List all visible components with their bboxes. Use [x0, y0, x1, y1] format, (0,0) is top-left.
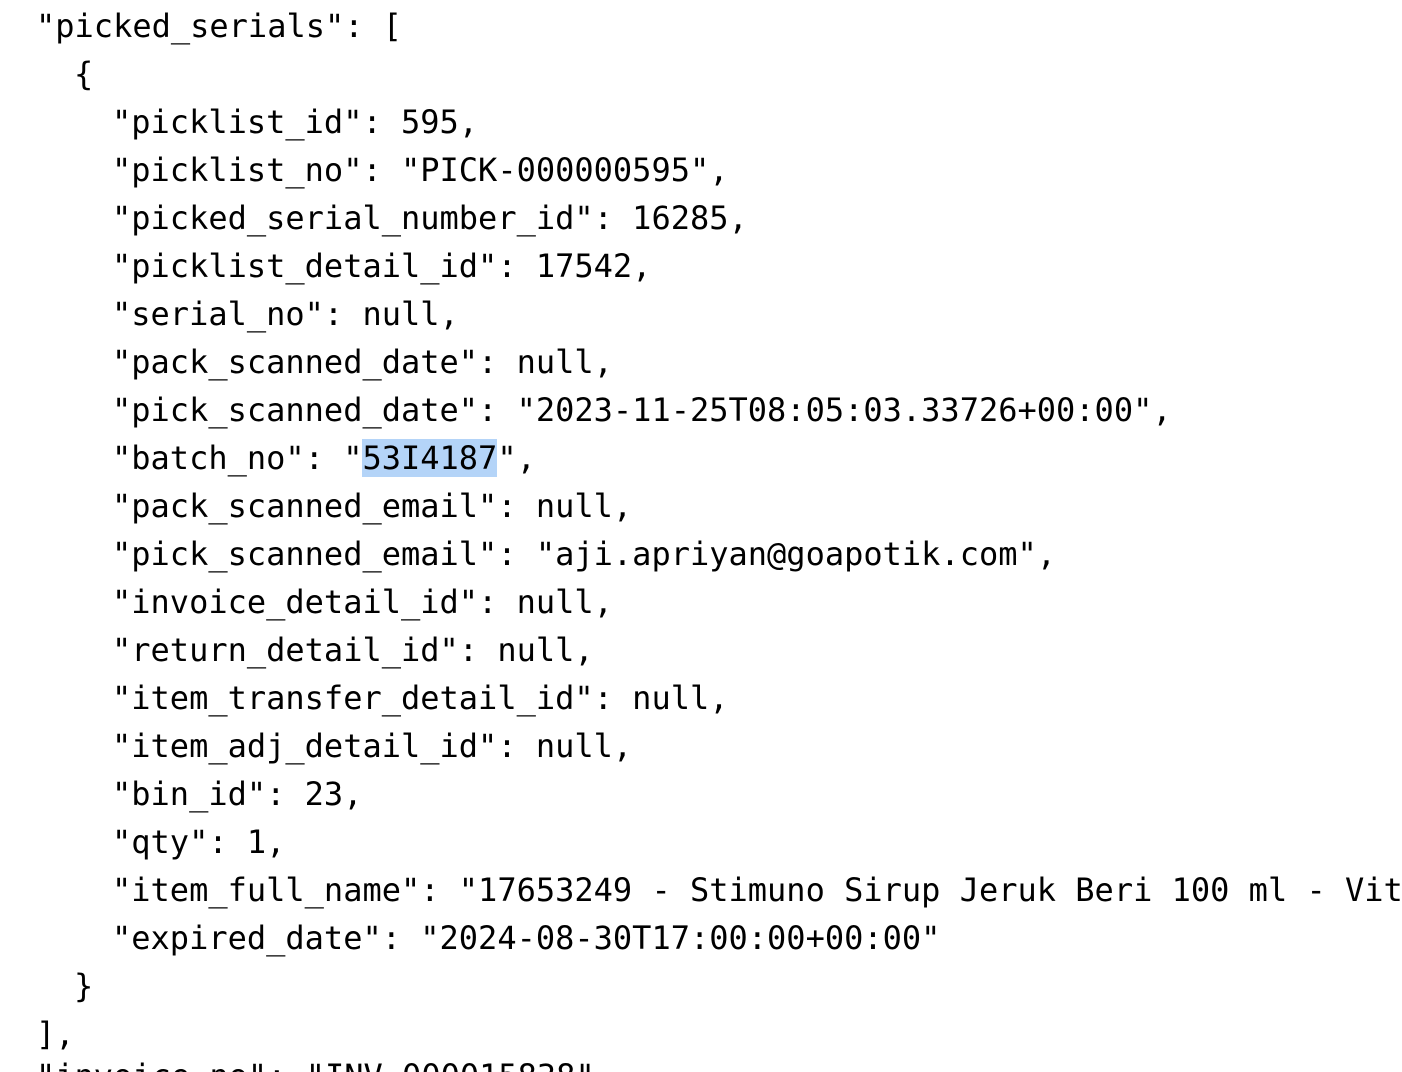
code-line-picked-serials: "picked_serials": [ — [36, 7, 403, 45]
code-line-pick-scanned-date: "pick_scanned_date": "2023-11-25T08:05:0… — [112, 391, 1172, 429]
code-line-pack-scanned-email: "pack_scanned_email": null, — [112, 487, 633, 525]
code-line-object-open: { — [74, 55, 94, 93]
code-line-pick-scanned-email: "pick_scanned_email": "aji.apriyan@goapo… — [112, 535, 1057, 573]
code-line-partial-next: "invoice_no": "INV-000015838", — [36, 1052, 614, 1072]
batch-no-prefix: "batch_no": " — [112, 439, 363, 477]
code-line-picklist-no: "picklist_no": "PICK-000000595", — [112, 151, 729, 189]
code-line-invoice-detail-id: "invoice_detail_id": null, — [112, 583, 613, 621]
code-line-picklist-id: "picklist_id": 595, — [112, 103, 479, 141]
json-code-view: "picked_serials": [ { "picklist_id": 595… — [0, 0, 1402, 1072]
code-line-return-detail-id: "return_detail_id": null, — [112, 631, 594, 669]
code-line-picklist-detail-id: "picklist_detail_id": 17542, — [112, 247, 652, 285]
code-line-qty: "qty": 1, — [112, 823, 286, 861]
code-line-bin-id: "bin_id": 23, — [112, 775, 363, 813]
selected-text-highlight[interactable]: 53I4187 — [362, 439, 498, 477]
code-line-item-transfer-detail-id: "item_transfer_detail_id": null, — [112, 679, 729, 717]
code-line-picked-serial-number-id: "picked_serial_number_id": 16285, — [112, 199, 748, 237]
code-line-batch-no: "batch_no": "53I4187", — [112, 434, 536, 482]
code-line-item-full-name: "item_full_name": "17653249 - Stimuno Si… — [112, 871, 1402, 909]
code-line-item-adj-detail-id: "item_adj_detail_id": null, — [112, 727, 633, 765]
code-line-pack-scanned-date: "pack_scanned_date": null, — [112, 343, 613, 381]
code-line-object-close: } — [74, 967, 94, 1005]
code-line-expired-date: "expired_date": "2024-08-30T17:00:00+00:… — [112, 919, 941, 957]
batch-no-suffix: ", — [497, 439, 536, 477]
code-line-array-close: ], — [36, 1015, 75, 1053]
code-line-serial-no: "serial_no": null, — [112, 295, 459, 333]
